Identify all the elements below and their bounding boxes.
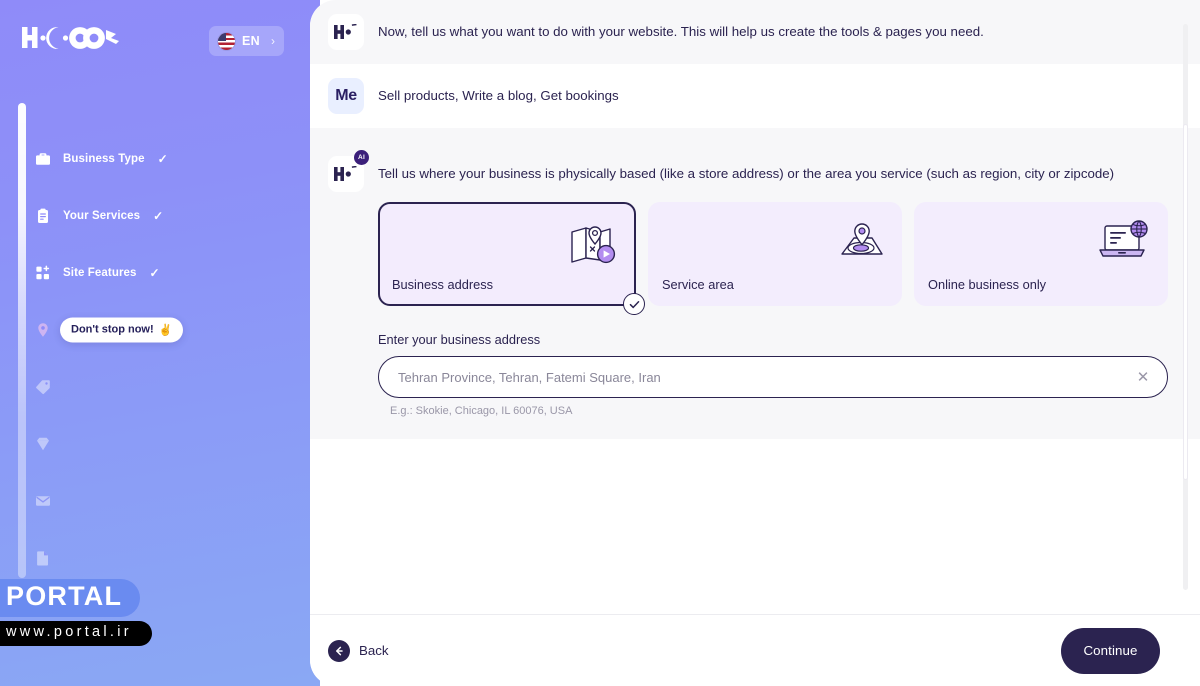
option-card-business-address[interactable]: Business address [378, 202, 645, 315]
tag-icon [34, 378, 52, 396]
hocoos-logo-icon [334, 24, 357, 39]
step-check-icon: ✓ [157, 151, 168, 166]
scrollbar-thumb[interactable] [1183, 124, 1188, 480]
ai-badge: AI [354, 150, 369, 165]
address-field-label: Enter your business address [378, 332, 541, 347]
sidebar-item-label: Your Services [63, 209, 141, 222]
arrow-left-icon [328, 639, 350, 662]
briefcase-icon [34, 150, 52, 168]
chat-message-ai-2: AI Tell us where your business is physic… [310, 128, 1200, 439]
tooltip-text: Don't stop now! [71, 323, 154, 336]
victory-hand-icon: ✌️ [158, 324, 173, 336]
chat-message-me: Me Sell products, Write a blog, Get book… [310, 64, 1200, 128]
progress-tooltip: Don't stop now! ✌️ [60, 317, 184, 342]
sidebar-item-diamond[interactable] [34, 415, 284, 472]
brand-logo[interactable] [22, 24, 122, 52]
progress-rail [18, 103, 26, 578]
address-field[interactable]: ✕ [378, 356, 1168, 398]
avatar-label: Me [335, 87, 357, 104]
map-pin-play-icon [566, 220, 618, 273]
step-check-icon: ✓ [153, 208, 164, 223]
address-field-hint: E.g.: Skokie, Chicago, IL 60076, USA [390, 405, 573, 417]
watermark-url: www.portal.ir [0, 621, 152, 646]
grid-plus-icon [34, 264, 52, 282]
continue-button[interactable]: Continue [1061, 627, 1160, 674]
conversation-scroll-area: Now, tell us what you want to do with yo… [310, 0, 1200, 614]
back-button-label: Back [359, 643, 389, 658]
sidebar-item-location-current[interactable]: Don't stop now! ✌️ [34, 301, 284, 358]
option-card-label: Online business only [928, 277, 1047, 292]
option-card-service-area[interactable]: Service area [648, 202, 902, 306]
chat-message-text: Sell products, Write a blog, Get booking… [378, 88, 619, 103]
location-pin-icon [34, 321, 52, 339]
sidebar-item-your-services[interactable]: Your Services ✓ [34, 187, 284, 244]
hocoos-logo-icon [334, 166, 357, 181]
language-selector[interactable]: EN › [209, 26, 284, 56]
location-option-cards: Business address Service area Online bus… [378, 202, 1168, 315]
address-input[interactable] [379, 369, 1127, 385]
envelope-icon [34, 492, 52, 510]
sidebar-item-site-features[interactable]: Site Features ✓ [34, 244, 284, 301]
hocoos-wordmark-icon [22, 27, 119, 49]
chat-message-text: Tell us where your business is physicall… [378, 166, 1115, 181]
clear-address-button[interactable]: ✕ [1127, 361, 1159, 393]
chat-message-ai-1: Now, tell us what you want to do with yo… [310, 0, 1200, 64]
language-code: EN [242, 34, 260, 48]
sidebar: EN › Business Type ✓ Your Services ✓ Sit… [0, 0, 320, 686]
main-panel: Now, tell us what you want to do with yo… [310, 0, 1200, 686]
clipboard-icon [34, 207, 52, 225]
watermark-title: PORTAL [0, 579, 141, 618]
service-area-icon [834, 218, 886, 271]
option-card-online-business-only[interactable]: Online business only [914, 202, 1168, 306]
us-flag-icon [218, 32, 236, 50]
sidebar-item-label: Business Type [63, 152, 145, 165]
sidebar-item-label: Site Features [63, 266, 137, 279]
option-card-label: Business address [392, 277, 494, 292]
step-check-icon: ✓ [149, 265, 160, 280]
sidebar-item-business-type[interactable]: Business Type ✓ [34, 130, 284, 187]
sidebar-item-envelope[interactable] [34, 472, 284, 529]
sidebar-item-document[interactable] [34, 529, 284, 586]
sidebar-steps: Business Type ✓ Your Services ✓ Site Fea… [34, 130, 284, 586]
chevron-right-icon: › [271, 34, 275, 48]
back-button[interactable]: Back [328, 639, 389, 662]
option-selected-check-icon [623, 293, 645, 315]
footer-bar: Back Continue [310, 614, 1200, 686]
chat-message-text: Now, tell us what you want to do with yo… [378, 24, 984, 39]
watermark: PORTAL www.portal.ir [0, 579, 230, 646]
laptop-globe-icon [1096, 218, 1152, 271]
avatar: AI [328, 150, 369, 192]
document-icon [34, 549, 52, 567]
avatar [328, 14, 364, 50]
scrollbar-track[interactable] [1183, 24, 1188, 590]
sidebar-item-tag[interactable] [34, 358, 284, 415]
diamond-icon [34, 435, 52, 453]
app-root: EN › Business Type ✓ Your Services ✓ Sit… [0, 0, 1200, 686]
avatar: Me [328, 78, 364, 114]
option-card-label: Service area [662, 277, 734, 292]
